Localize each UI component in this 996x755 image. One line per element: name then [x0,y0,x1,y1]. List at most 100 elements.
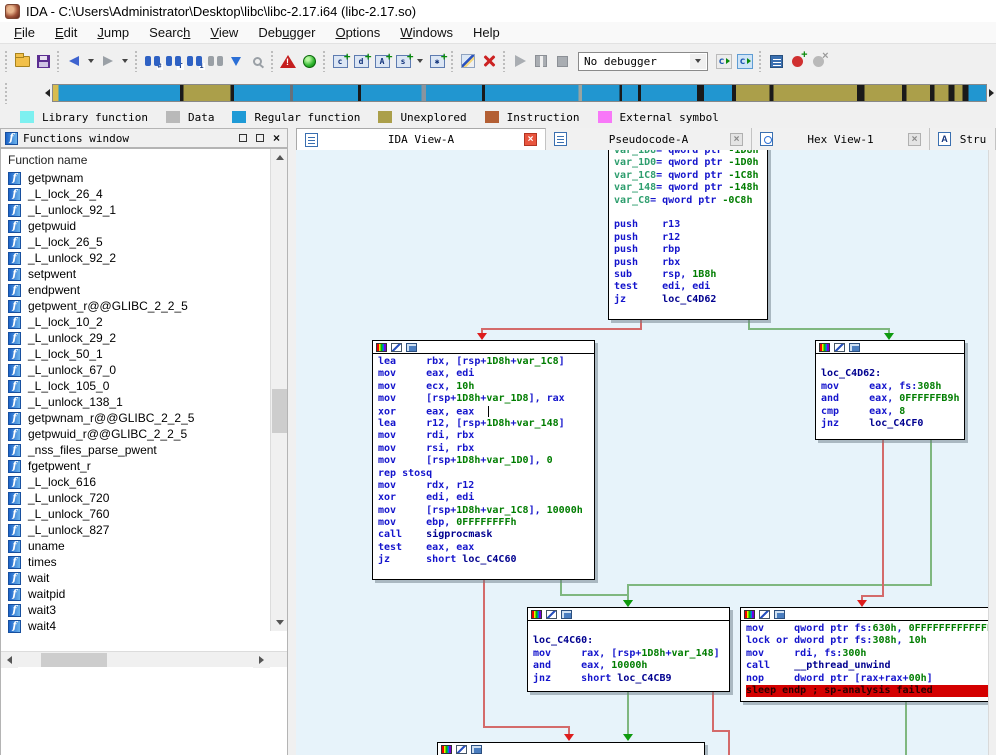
breakpoint-add-icon[interactable] [788,52,806,70]
basic-block-left-mid[interactable]: lea rbx, [rsp+1D8h+var_1C8]mov eax, edim… [372,340,595,580]
scroll-down-icon[interactable] [271,614,288,631]
pane-splitter[interactable] [288,128,296,755]
toolbar-grip[interactable] [134,50,139,72]
tab-hex-view-1[interactable]: Hex View-1× [752,128,930,150]
close-icon[interactable]: × [273,134,280,142]
node-color-icon[interactable] [531,610,542,619]
menu-debugger[interactable]: Debugger [248,23,325,42]
search-text-icon[interactable]: T [164,52,182,70]
function-row[interactable]: f_L_lock_50_1 [1,346,287,362]
delete-icon[interactable] [480,52,498,70]
node-group-icon[interactable] [561,610,572,619]
function-row[interactable]: fwait [1,570,287,586]
run-c-icon[interactable]: c [736,52,754,70]
menu-options[interactable]: Options [325,23,390,42]
tab-close-icon[interactable]: × [908,133,921,146]
function-row[interactable]: f_L_unlock_138_1 [1,394,287,410]
function-row[interactable]: fwait4 [1,618,287,634]
column-header-function-name[interactable]: Function name [1,149,287,170]
node-edit-icon[interactable] [391,343,402,352]
step-c-icon[interactable]: c [715,52,733,70]
node-color-icon[interactable] [744,610,755,619]
add-struct-icon[interactable]: ✱ [428,52,446,70]
combo-caret-icon[interactable] [690,54,706,69]
function-row[interactable]: f_L_lock_26_4 [1,186,287,202]
basic-block-bottom-mid[interactable]: loc_C4C60:mov rax, [rsp+1D8h+var_148]and… [527,607,730,692]
hscroll-thumb[interactable] [41,653,107,667]
jump-address-icon[interactable] [227,52,245,70]
scroll-left-icon[interactable] [1,652,18,668]
tab-ida-view-a[interactable]: IDA View-A× [296,128,546,150]
breakpoint-delete-icon[interactable] [809,52,827,70]
maximize-icon[interactable] [239,134,247,142]
menu-view[interactable]: View [200,23,248,42]
search-imm-icon[interactable]: 1 [185,52,203,70]
basic-block-right[interactable]: loc_C4D62:mov eax, fs:308hand eax, 0FFFF… [815,340,965,440]
node-color-icon[interactable] [376,343,387,352]
vscroll-thumb[interactable] [272,389,287,433]
toolbar-grip[interactable] [56,50,61,72]
back-caret-icon[interactable] [88,59,94,63]
string-caret-icon[interactable] [417,59,423,63]
function-row[interactable]: f_L_unlock_720 [1,490,287,506]
navigation-band[interactable] [52,84,987,102]
navband-right-arrow-icon[interactable] [989,89,994,97]
basic-block-entry[interactable]: var_1D8= qword ptr -1D8hvar_1D0= qword p… [608,150,768,320]
function-row[interactable]: fwait3 [1,602,287,618]
toolbar-grip[interactable] [450,50,455,72]
debug-pause-icon[interactable] [532,52,550,70]
open-file-icon[interactable] [13,52,31,70]
save-file-icon[interactable] [34,52,52,70]
function-row[interactable]: fgetpwnam [1,170,287,186]
menu-jump[interactable]: Jump [87,23,139,42]
node-edit-icon[interactable] [834,343,845,352]
function-row[interactable]: fgetpwnam_r@@GLIBC_2_2_5 [1,410,287,426]
function-row[interactable]: fgetpwuid [1,218,287,234]
debug-stop-icon[interactable] [553,52,571,70]
problem-list-icon[interactable] [279,52,297,70]
add-code-icon[interactable]: c [331,52,349,70]
scroll-up-icon[interactable] [271,149,288,166]
function-row[interactable]: f_L_unlock_67_0 [1,362,287,378]
function-row[interactable]: f_L_lock_26_5 [1,234,287,250]
search-hex-icon[interactable]: # [143,52,161,70]
toolbar-grip[interactable] [502,50,507,72]
edit-icon[interactable] [459,52,477,70]
back-arrow-icon[interactable] [65,52,83,70]
menu-windows[interactable]: Windows [390,23,463,42]
function-row[interactable]: ftimes [1,554,287,570]
node-edit-icon[interactable] [546,610,557,619]
function-row[interactable]: f_L_lock_10_2 [1,314,287,330]
tab-close-icon[interactable]: × [524,133,537,146]
function-row[interactable]: f_nss_files_parse_pwent [1,442,287,458]
add-data-icon[interactable]: d [352,52,370,70]
add-string-icon[interactable]: s [394,52,412,70]
function-row[interactable]: ffgetpwent_r [1,458,287,474]
function-row[interactable]: f_L_unlock_29_2 [1,330,287,346]
basic-block-bottom[interactable] [437,742,705,755]
tab-close-icon[interactable]: × [730,133,743,146]
float-icon[interactable] [256,134,264,142]
node-group-icon[interactable] [471,745,482,754]
menu-edit[interactable]: Edit [45,23,87,42]
search-lock-icon[interactable] [248,52,266,70]
tab-stru[interactable]: AStru [930,128,996,150]
function-row[interactable]: f_L_unlock_92_2 [1,250,287,266]
breakpoint-list-icon[interactable] [767,52,785,70]
node-edit-icon[interactable] [456,745,467,754]
add-name-icon[interactable]: A [373,52,391,70]
menu-help[interactable]: Help [463,23,510,42]
menu-search[interactable]: Search [139,23,200,42]
node-group-icon[interactable] [849,343,860,352]
node-group-icon[interactable] [406,343,417,352]
function-row[interactable]: fsetpwent [1,266,287,282]
function-row[interactable]: f_L_unlock_827 [1,522,287,538]
function-list-vscrollbar[interactable] [270,149,287,631]
function-row[interactable]: f_L_lock_616 [1,474,287,490]
navband-grip[interactable] [4,82,9,104]
analysis-indicator-icon[interactable] [300,52,318,70]
function-row[interactable]: funame [1,538,287,554]
basic-block-bottom-right[interactable]: mov qword ptr fs:630h, 0FFFFFFFFFFFFFFFF… [740,607,988,702]
graph-vscrollbar[interactable] [988,150,996,755]
function-row[interactable]: f_L_lock_105_0 [1,378,287,394]
